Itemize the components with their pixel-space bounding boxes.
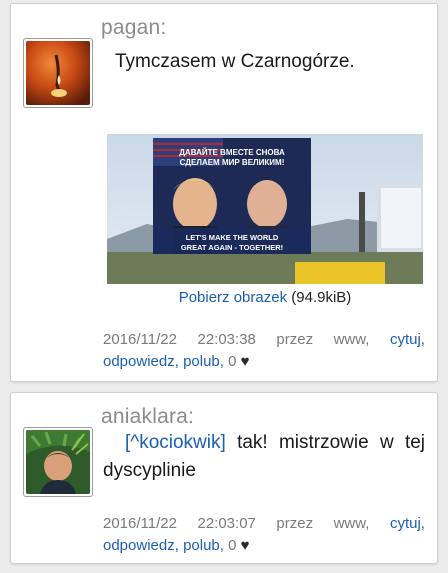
post-image[interactable]: ДАВАЙТЕ ВМЕСТЕ СНОВА СДЕЛАЕМ МИР ВЕЛИКИМ…: [107, 134, 423, 284]
post-text: [^kociokwik] tak! mistrzowie w tej dyscy…: [103, 429, 425, 485]
post-date: 2016/11/22: [103, 515, 177, 532]
post-via: przez: [276, 331, 314, 348]
quote-link[interactable]: cytuj,: [390, 329, 425, 351]
reply-link[interactable]: odpowiedz,: [103, 353, 179, 370]
post-source: www,: [333, 515, 370, 532]
avatar[interactable]: [23, 38, 93, 108]
post-time: 22:03:38: [197, 331, 256, 348]
banner-line-3: LET'S MAKE THE WORLD: [186, 233, 279, 242]
post-meta: 2016/11/22 22:03:07 przez www, cytuj, od…: [103, 513, 425, 557]
post-source: www,: [333, 331, 370, 348]
like-count: 0: [228, 537, 237, 554]
banner-line-1: ДАВАЙТЕ ВМЕСТЕ СНОВА: [179, 148, 285, 157]
banner-line-4: GREAT AGAIN - TOGETHER!: [181, 243, 283, 252]
post-username[interactable]: aniaklara:: [101, 405, 194, 429]
like-link[interactable]: polub,: [183, 537, 224, 554]
quote-link[interactable]: cytuj,: [390, 513, 425, 535]
mention-link[interactable]: [^kociokwik]: [125, 432, 226, 453]
download-size: (94.9kiB): [291, 289, 352, 306]
avatar[interactable]: [23, 427, 93, 497]
billboard-photo: ДАВАЙТЕ ВМЕСТЕ СНОВА СДЕЛАЕМ МИР ВЕЛИКИМ…: [107, 134, 423, 284]
reply-link[interactable]: odpowiedz,: [103, 537, 179, 554]
post-text: Tymczasem w Czarnogórze.: [115, 51, 355, 72]
download-link[interactable]: Pobierz obrazek: [179, 289, 287, 306]
post-card: aniaklara: [^kociokwik] tak! mistrzowie …: [10, 392, 438, 564]
heart-icon: ♥: [240, 537, 250, 554]
post-card: pagan: Tymczasem w Czarnogórze. ДАВАЙТЕ …: [10, 3, 438, 382]
post-date: 2016/11/22: [103, 331, 177, 348]
heart-icon: ♥: [240, 353, 250, 370]
post-time: 22:03:07: [197, 515, 256, 532]
post-meta: 2016/11/22 22:03:38 przez www, cytuj, od…: [103, 329, 425, 373]
banner-line-2: СДЕЛАЕМ МИР ВЕЛИКИМ!: [180, 158, 285, 167]
post-via: przez: [276, 515, 314, 532]
candle-avatar-icon: [26, 41, 90, 105]
person-avatar-icon: [26, 430, 90, 494]
like-link[interactable]: polub,: [183, 353, 224, 370]
like-count: 0: [228, 353, 237, 370]
post-username[interactable]: pagan:: [101, 16, 166, 40]
download-row: Pobierz obrazek (94.9kiB): [107, 289, 423, 306]
